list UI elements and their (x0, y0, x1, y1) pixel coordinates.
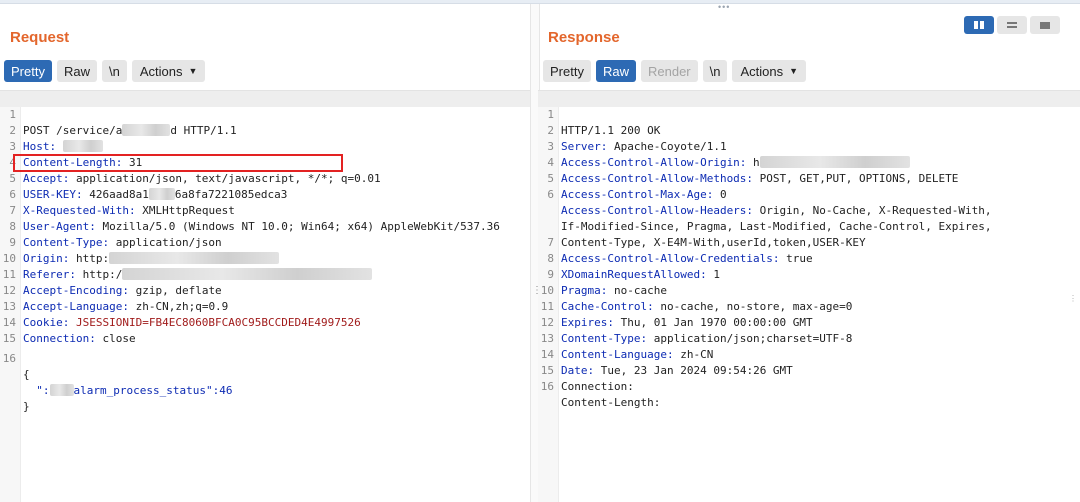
layout-split-rows-button[interactable] (997, 16, 1027, 34)
layout-toggle (964, 16, 1060, 34)
request-line: 15 (0, 315, 530, 345)
request-line: 3 Content-Length: 31 (0, 123, 530, 169)
request-line: 1 POST /service/a d HTTP/1.1 (0, 91, 530, 137)
response-actions-button[interactable]: Actions ▼ (732, 60, 807, 82)
request-line: 4 Accept: application/json, text/javascr… (0, 139, 530, 185)
request-line: 13 Cookie: JSESSIONID=FB4EC8060BFCA0C95B… (0, 283, 530, 329)
layout-single-pane-button[interactable] (1030, 16, 1060, 34)
layout-split-columns-button[interactable] (964, 16, 994, 34)
request-actions-button[interactable]: Actions ▼ (131, 60, 206, 82)
response-editor[interactable]: 1 HTTP/1.1 200 OK 2 Server: Apache-Coyot… (538, 90, 1080, 502)
response-line: 15 Connection: (538, 347, 1080, 393)
response-line: 13 Content-Language: zh-CN (538, 315, 1080, 361)
split-columns-icon (974, 21, 984, 29)
response-line: 16 Content-Length: (538, 363, 1080, 409)
request-tab-pretty[interactable]: Pretty (4, 60, 52, 82)
request-tab-raw[interactable]: Raw (56, 60, 97, 82)
request-editor[interactable]: 1 POST /service/a d HTTP/1.1 2 Host: 3 Co… (0, 90, 530, 502)
response-pane: Response Pretty Raw Render \n Actions ▼ … (538, 4, 1080, 502)
request-tab-newline[interactable]: \n (101, 60, 127, 82)
response-line: 6 Access-Control-Allow-Headers: Origin, … (538, 171, 1080, 217)
request-tabbar: Pretty Raw \n Actions ▼ (4, 60, 206, 82)
request-actions-label: Actions (139, 63, 183, 79)
json-brace-close: } (23, 400, 30, 413)
right-resize-grip[interactable]: ⋮ (1069, 294, 1077, 303)
response-line: 9 Pragma: no-cache (538, 251, 1080, 297)
response-tab-pretty[interactable]: Pretty (543, 60, 591, 82)
request-line: 10 Referer: http:/ (0, 235, 530, 281)
chevron-down-icon: ▼ (789, 66, 799, 76)
response-line: 8 XDomainRequestAllowed: 1 (538, 235, 1080, 281)
response-body-json: Content-Length: (561, 396, 661, 409)
request-line: 14 Connection: close (0, 299, 530, 345)
json-key-value: alarm_process_status":46 (73, 384, 233, 397)
response-tabbar: Pretty Raw Render \n Actions ▼ (543, 60, 807, 82)
request-line: } (0, 367, 530, 413)
request-line: 12 Accept-Language: zh-CN,zh;q=0.9 (0, 267, 530, 313)
response-line: 14 Date: Tue, 23 Jan 2024 09:54:26 GMT (538, 331, 1080, 377)
request-title: Request (10, 29, 70, 46)
response-line: 11 Expires: Thu, 01 Jan 1970 00:00:00 GM… (538, 283, 1080, 329)
request-line: ": alarm_process_status":46 (0, 351, 530, 397)
response-tab-raw[interactable]: Raw (595, 60, 636, 82)
response-line: Content-Type, X-E4M-With,userId,token,US… (538, 203, 1080, 249)
split-rows-icon (1007, 22, 1017, 28)
response-line: 3 Access-Control-Allow-Origin: h (538, 123, 1080, 169)
single-pane-icon (1040, 21, 1050, 29)
request-line: 8 Content-Type: application/json (0, 203, 530, 249)
line-number: 16 (540, 380, 554, 393)
request-pane: Request Pretty Raw \n Actions ▼ 1 POST /… (0, 4, 530, 502)
response-line: 12 Content-Type: application/json;charse… (538, 299, 1080, 345)
response-tab-newline[interactable]: \n (702, 60, 728, 82)
response-line: 10 Cache-Control: no-cache, no-store, ma… (538, 267, 1080, 313)
request-line: 11 Accept-Encoding: gzip, deflate (0, 251, 530, 297)
response-line: 5 Access-Control-Max-Age: 0 (538, 155, 1080, 201)
response-tab-render[interactable]: Render (640, 60, 698, 82)
request-line: 16 { (0, 335, 530, 381)
request-line: 2 Host: (0, 107, 530, 153)
response-line: 1 HTTP/1.1 200 OK (538, 91, 1080, 137)
response-line: 7 Access-Control-Allow-Credentials: true (538, 219, 1080, 265)
response-title: Response (548, 29, 620, 46)
chevron-down-icon: ▼ (188, 66, 198, 76)
request-line: 7 User-Agent: Mozilla/5.0 (Windows NT 10… (0, 187, 530, 233)
redacted-blur (49, 384, 74, 396)
response-line: 2 Server: Apache-Coyote/1.1 (538, 107, 1080, 153)
request-line: 9 Origin: http: (0, 219, 530, 265)
response-line: 4 Access-Control-Allow-Methods: POST, GE… (538, 139, 1080, 185)
user-key-highlight-box (13, 154, 343, 172)
response-line: If-Modified-Since, Pragma, Last-Modified… (538, 187, 1080, 233)
request-line: 6 X-Requested-With: XMLHttpRequest (0, 171, 530, 217)
response-actions-label: Actions (740, 63, 784, 79)
